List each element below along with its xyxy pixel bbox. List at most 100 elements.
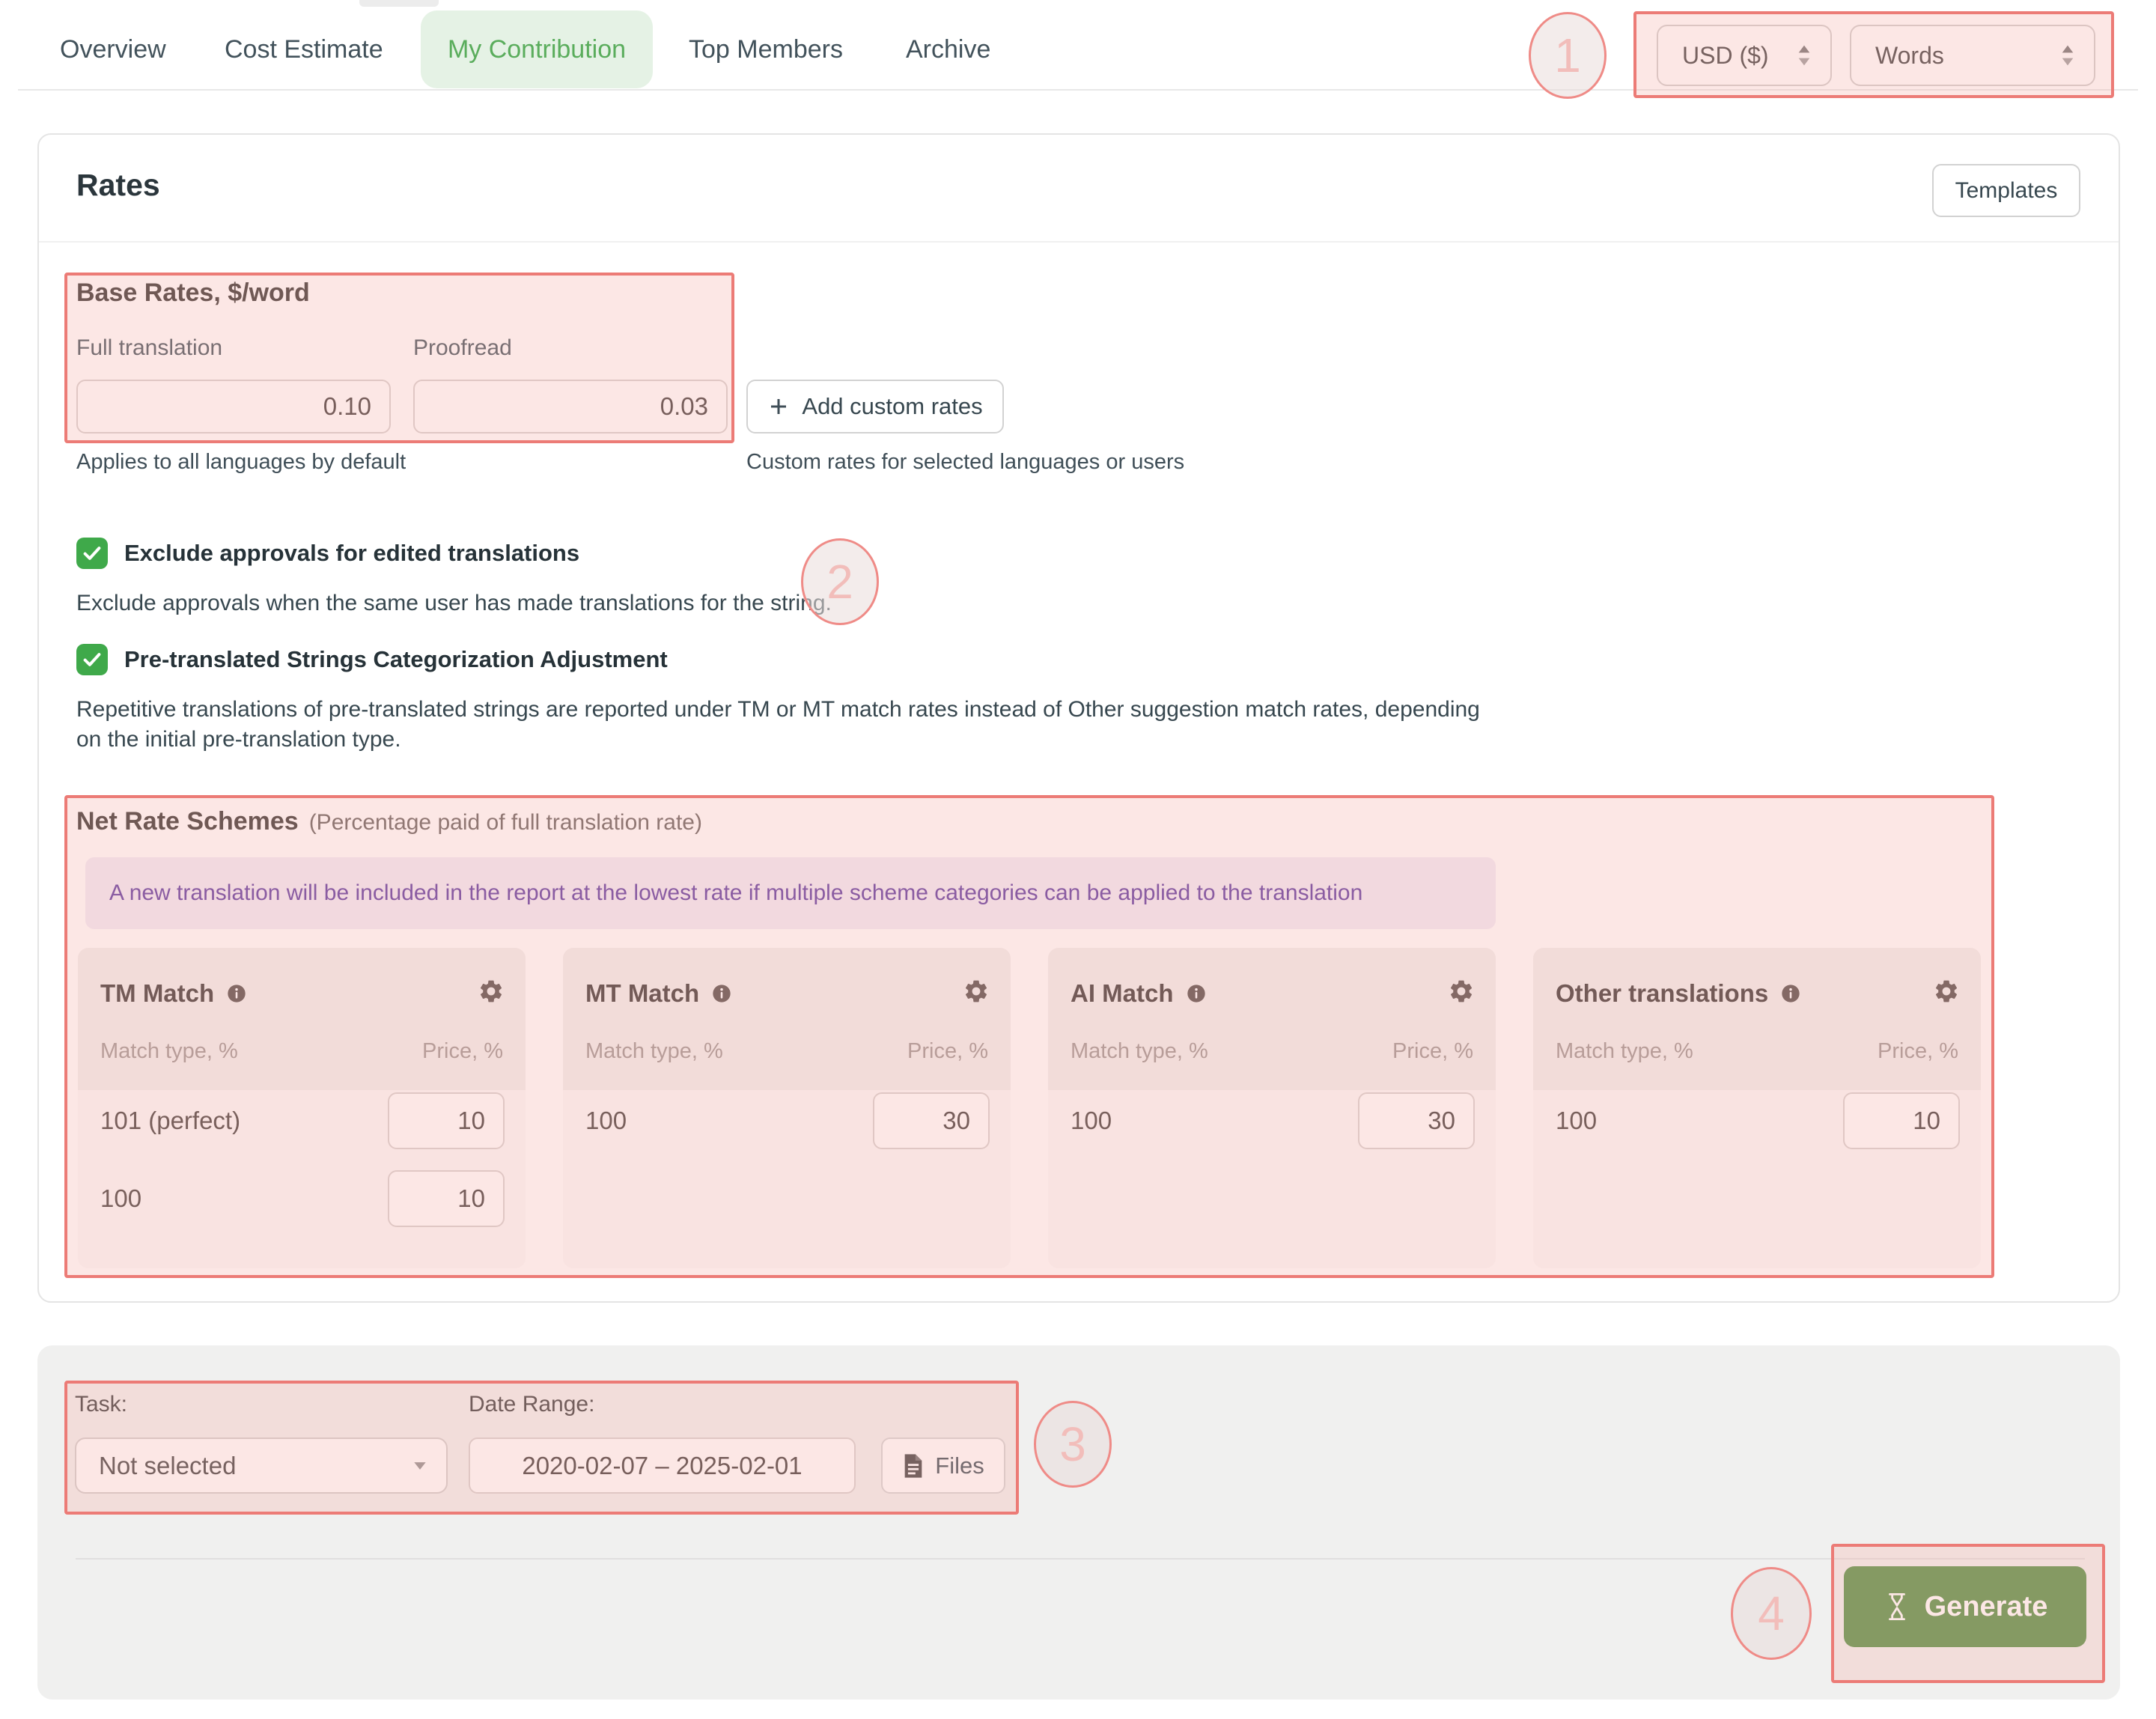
templates-button[interactable]: Templates [1932,164,2080,217]
info-icon[interactable] [711,983,732,1004]
tm-match-card: TM Match Match type, % Price, % 101 (per… [78,948,526,1268]
rates-header-divider [39,241,2119,243]
rates-card: Rates Templates Base Rates, $/word Full … [37,133,2120,1303]
net-rate-schemes-heading: Net Rate Schemes [76,807,299,836]
match-type-column-header: Match type, % [100,1039,238,1064]
sorter-icon [2056,43,2079,68]
units-select[interactable]: Words [1850,25,2095,86]
proofread-label: Proofread [413,335,512,361]
ai-match-card: AI Match Match type, % Price, % 100 [1048,948,1496,1268]
tm-match-row-input-wrap [388,1092,505,1149]
page-title: Rates [76,168,160,203]
other-translations-row-input-wrap [1843,1092,1960,1149]
match-type-column-header: Match type, % [1556,1039,1693,1064]
other-translations-row-label: 100 [1556,1105,1597,1137]
other-translations-header: Other translations Match type, % Price, … [1533,948,1981,1090]
price-column-header: Price, % [907,1039,988,1064]
tm-match-title: TM Match [100,979,214,1008]
ai-match-row-input-wrap [1358,1092,1475,1149]
other-translations-title: Other translations [1556,979,1768,1008]
info-icon[interactable] [226,983,247,1004]
ai-match-title: AI Match [1071,979,1174,1008]
mt-match-row-label: 100 [585,1105,627,1137]
generate-button-label: Generate [1925,1591,2048,1623]
tm-match-row-label: 100 [100,1183,141,1214]
exclude-approvals-description: Exclude approvals when the same user has… [76,588,832,618]
task-label: Task: [75,1392,127,1417]
pretranslated-adjustment-description: Repetitive translations of pre-translate… [76,695,1491,755]
ai-match-row-label: 100 [1071,1105,1112,1137]
match-type-column-header: Match type, % [1071,1039,1208,1064]
lowest-rate-info-banner: A new translation will be included in th… [85,857,1496,929]
date-range-input[interactable] [469,1437,856,1494]
tm-match-row-input-wrap [388,1170,505,1227]
mt-match-title: MT Match [585,979,699,1008]
tm-match-row-label: 101 (perfect) [100,1105,240,1137]
tab-top-members[interactable]: Top Members [689,28,843,70]
tm-match-header: TM Match Match type, % Price, % [78,948,526,1090]
net-rate-schemes-heading-row: Net Rate Schemes (Percentage paid of ful… [76,807,702,836]
other-translations-price-input[interactable] [1843,1092,1960,1149]
lowest-rate-info-text: A new translation will be included in th… [109,880,1362,906]
hourglass-icon [1883,1591,1911,1622]
files-button-label: Files [935,1452,984,1479]
pretranslated-adjustment-checkbox[interactable] [76,644,108,675]
mt-match-row-input-wrap [873,1092,990,1149]
info-icon[interactable] [1186,983,1207,1004]
full-translation-input[interactable] [76,380,391,433]
tab-cost-estimate[interactable]: Cost Estimate [225,28,383,70]
sorter-icon [1793,43,1815,68]
generate-button[interactable]: Generate [1844,1566,2086,1647]
proofread-input[interactable] [413,380,728,433]
ai-match-price-input[interactable] [1358,1092,1475,1149]
custom-rates-helper: Custom rates for selected languages or u… [746,450,1184,475]
file-icon [902,1453,925,1479]
task-select[interactable]: Not selected [75,1437,448,1494]
info-icon[interactable] [1780,983,1801,1004]
add-custom-rates-button[interactable]: Add custom rates [746,380,1004,433]
gear-icon[interactable] [1448,978,1475,1005]
base-rates-helper: Applies to all languages by default [76,450,406,475]
mt-match-price-input[interactable] [873,1092,990,1149]
full-translation-input-wrap [76,380,391,433]
generator-divider [76,1558,2085,1560]
tab-archive[interactable]: Archive [906,28,990,70]
currency-select-value: USD ($) [1682,42,1769,70]
templates-button-label: Templates [1955,178,2058,204]
gear-icon[interactable] [963,978,990,1005]
tm-match-price-input[interactable] [388,1092,505,1149]
other-translations-card: Other translations Match type, % Price, … [1533,948,1981,1268]
gear-icon[interactable] [1933,978,1960,1005]
tab-overview[interactable]: Overview [60,28,166,70]
nav-divider [18,89,2138,91]
tab-my-contribution[interactable]: My Contribution [421,28,653,70]
caret-down-icon [414,1462,425,1470]
net-rate-schemes-subheading: (Percentage paid of full translation rat… [309,810,702,836]
full-translation-label: Full translation [76,335,222,361]
units-select-value: Words [1875,42,1944,70]
check-icon [81,542,103,565]
annotation-step-1: 1 [1529,12,1607,99]
gear-icon[interactable] [478,978,505,1005]
generator-bar: Task: Not selected Date Range: Files [37,1345,2120,1700]
add-custom-rates-label: Add custom rates [802,393,982,420]
exclude-approvals-checkbox[interactable] [76,538,108,569]
top-edge-artifact [359,0,439,7]
pretranslated-adjustment-label[interactable]: Pre-translated Strings Categorization Ad… [124,644,668,675]
exclude-approvals-label[interactable]: Exclude approvals for edited translation… [124,538,579,569]
check-icon [81,648,103,671]
ai-match-header: AI Match Match type, % Price, % [1048,948,1496,1090]
date-range-input-wrap [469,1437,856,1494]
report-generation-page: Overview Cost Estimate My Contribution T… [0,0,2156,1719]
files-button[interactable]: Files [881,1437,1005,1494]
mt-match-card: MT Match Match type, % Price, % 100 [563,948,1011,1268]
currency-select[interactable]: USD ($) [1657,25,1832,86]
plus-icon [767,395,790,418]
tm-match-price-input[interactable] [388,1170,505,1227]
price-column-header: Price, % [422,1039,503,1064]
task-select-value: Not selected [99,1452,236,1480]
base-rates-heading: Base Rates, $/word [76,279,310,308]
mt-match-header: MT Match Match type, % Price, % [563,948,1011,1090]
proofread-input-wrap [413,380,728,433]
price-column-header: Price, % [1878,1039,1958,1064]
